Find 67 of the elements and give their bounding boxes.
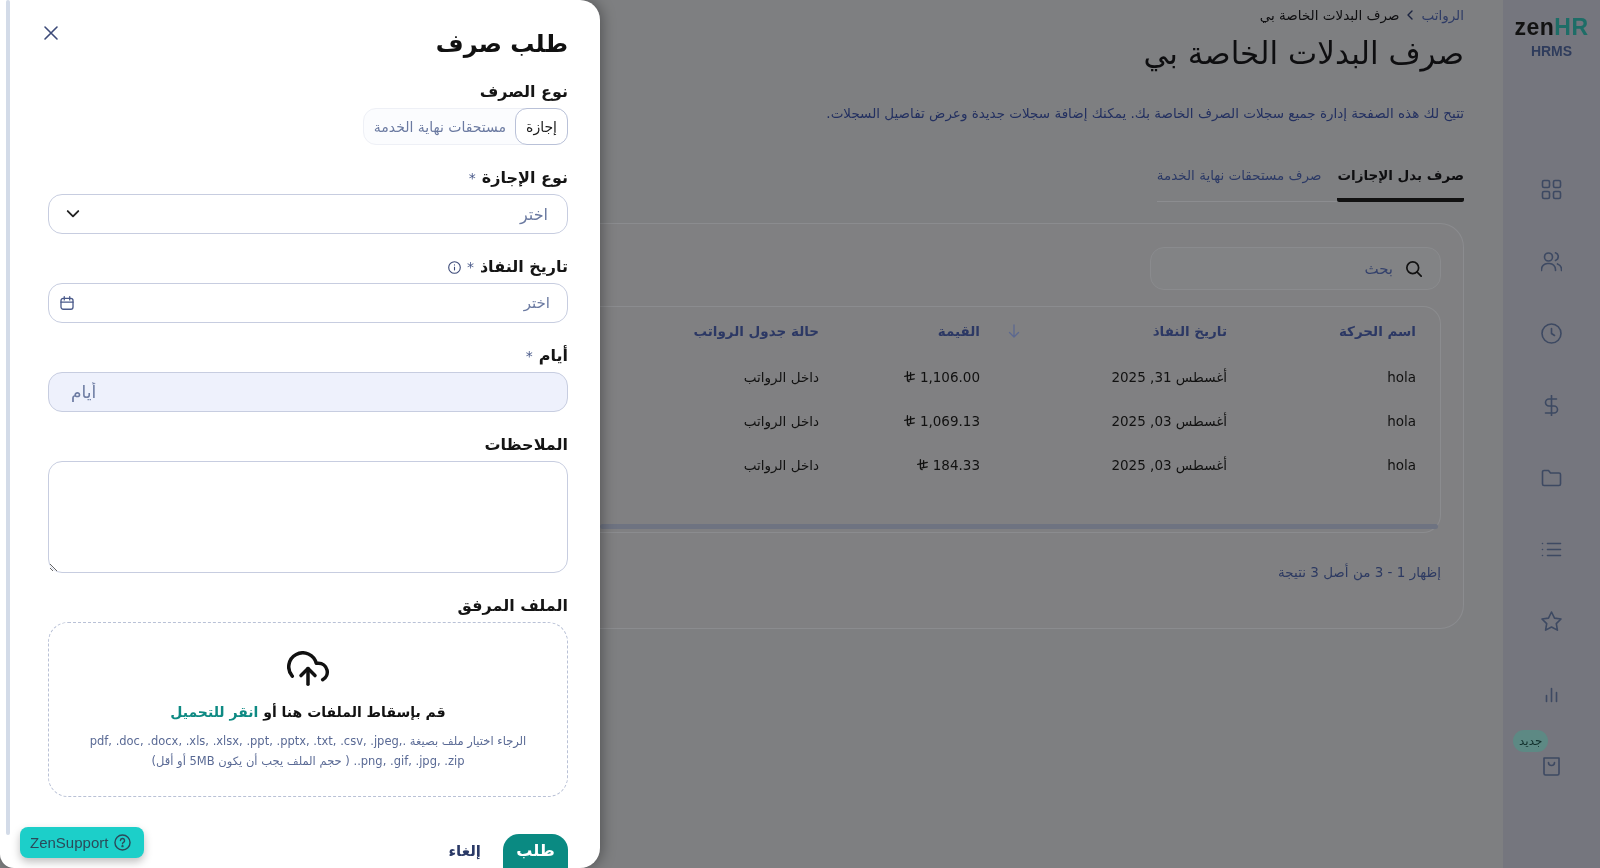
pagination-summary: إظهار 1 - 3 من أصل 3 نتيجة [1277, 562, 1441, 583]
sort-arrow-icon[interactable] [1008, 324, 1020, 338]
column-header: تاريخ النفاذ [1152, 323, 1227, 339]
table-cell: 1,069.13 [919, 413, 980, 429]
scrollbar-thumb[interactable] [600, 524, 1438, 529]
grid-icon[interactable] [1541, 178, 1562, 200]
table-cell: 184.33 [932, 457, 980, 473]
required-mark: * [468, 169, 476, 188]
select-field[interactable]: اختر [48, 194, 568, 234]
search-icon [1406, 260, 1422, 277]
star-icon[interactable] [1541, 610, 1562, 632]
table-cell: hola [1387, 457, 1416, 473]
table-cell: hola [1387, 413, 1416, 429]
drawer-title: طلب صرف [435, 29, 568, 60]
segment-option[interactable]: مستحقات نهاية الخدمة [362, 108, 518, 145]
calendar-icon [60, 296, 74, 310]
scrollbar-thumb[interactable] [6, 0, 10, 835]
table-cell: أغسطس 03, 2025 [1111, 413, 1227, 429]
tab[interactable]: صرف بدل الإجازات [1337, 163, 1464, 202]
field-label: نوع الصرف [479, 81, 568, 103]
table-cell: داخل الرواتب [743, 369, 819, 385]
segment-option[interactable]: إجازة [515, 108, 568, 145]
product-label: HRMS [1530, 42, 1573, 60]
field-label: أيام [538, 344, 568, 367]
breadcrumb-link[interactable]: الرواتب [1421, 4, 1464, 26]
info-icon[interactable] [447, 260, 461, 274]
users-icon[interactable] [1541, 250, 1562, 272]
column-header: حالة جدول الرواتب [693, 323, 819, 339]
table-cell: hola [1387, 369, 1416, 385]
required-mark: * [525, 347, 533, 366]
field-label: تاريخ النفاذ [479, 256, 568, 278]
cloud-upload-icon [287, 651, 329, 687]
date-field[interactable]: اختر [48, 283, 568, 323]
table-cell: 1,106.00 [919, 369, 980, 385]
tab[interactable]: صرف مستحقات نهاية الخدمة [1156, 163, 1322, 202]
logo: zenHR [1514, 14, 1589, 40]
file-dropzone[interactable]: قم بإسقاط الملفات هنا أو انقر للتحميل الرجاء اختيار ملف بصيغة .pdf, .doc, .docx, .xls, .xlsx, .ppt, .pptx, .txt, .csv, .jpeg, .png, .gif, .jpg, .zip. ( حجم الملف يجب أن يكون 5MB أو أقل) [48, 622, 568, 797]
search-field[interactable]: بحث [1150, 247, 1441, 290]
page-title: صرف البدلات الخاصة بي [1142, 34, 1464, 74]
column-header: اسم الحركة [1338, 323, 1416, 339]
riyal-sign-icon [903, 415, 915, 427]
notes-textarea[interactable] [48, 461, 568, 573]
field-label: الملاحظات [484, 434, 568, 456]
table-cell: داخل الرواتب [743, 457, 819, 473]
column-header: القيمة [937, 323, 980, 339]
new-badge: جديد [1513, 730, 1549, 752]
riyal-sign-icon [903, 371, 915, 383]
submit-button[interactable]: طلب [503, 834, 568, 868]
bag-icon[interactable] [1541, 754, 1562, 776]
page-description: تتيح لك هذه الصفحة إدارة جميع سجلات الصرف الخاصة بك. يمكنك إضافة سجلات جديدة وعرض تفاصيل السجلات. [825, 104, 1464, 124]
close-icon[interactable] [43, 25, 59, 41]
support-button[interactable]: ZenSupport [20, 827, 144, 858]
chevron-left-icon [1406, 10, 1415, 20]
cancel-button[interactable]: إلغاء [444, 834, 485, 860]
help-icon [114, 834, 132, 851]
riyal-sign-icon [916, 459, 928, 471]
upload-hint: الرجاء اختيار ملف بصيغة .pdf, .doc, .docx, .xls, .xlsx, .ppt, .pptx, .txt, .csv, .jpeg, .png, .gif, .jpg, .zip. ( حجم الملف يجب أن يكون 5MB أو أقل) [88, 733, 528, 770]
clock-icon[interactable] [1541, 322, 1562, 344]
table-cell: أغسطس 03, 2025 [1111, 457, 1227, 473]
upload-link[interactable]: انقر للتحميل [170, 704, 259, 720]
table-cell: داخل الرواتب [743, 413, 819, 429]
upload-prompt: قم بإسقاط الملفات هنا أو انقر للتحميل [170, 702, 446, 723]
required-mark: * [466, 258, 474, 277]
table-cell: أغسطس 31, 2025 [1111, 369, 1227, 385]
field-label: الملف المرفق [457, 595, 568, 617]
field-label: نوع الإجازة [481, 167, 568, 189]
breadcrumb-current: صرف البدلات الخاصة بي [1259, 6, 1400, 26]
